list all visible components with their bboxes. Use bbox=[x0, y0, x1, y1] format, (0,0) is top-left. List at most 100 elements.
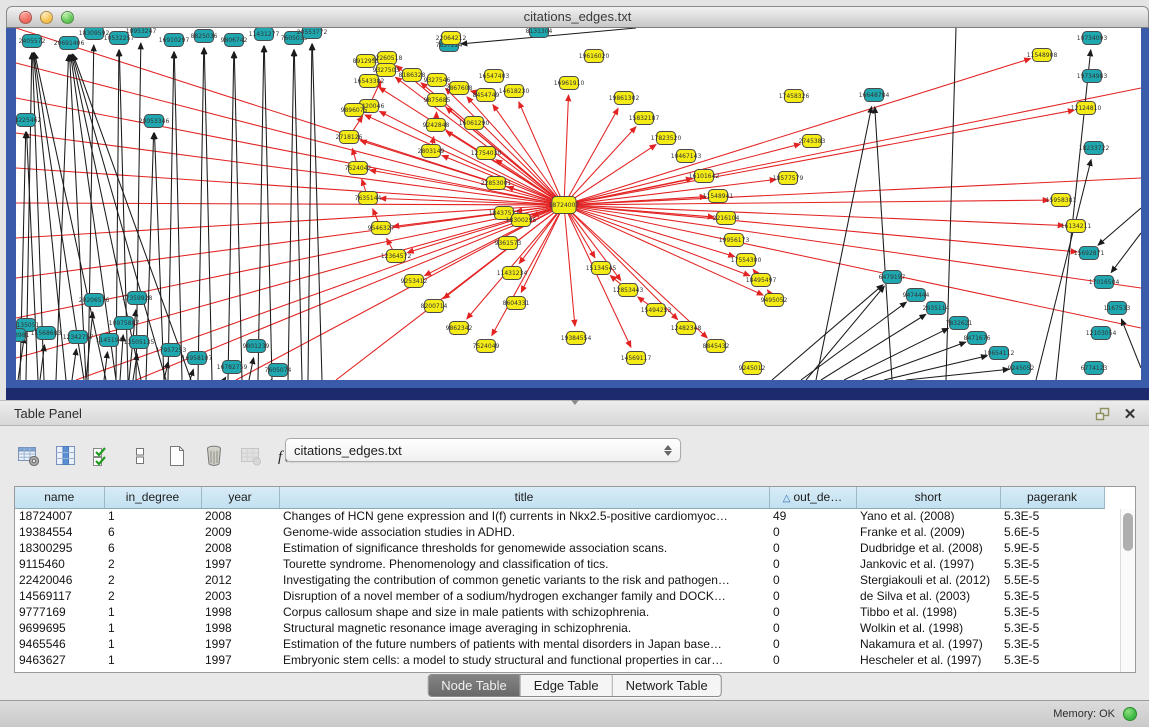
graph-node[interactable]: 16648784 bbox=[859, 89, 890, 102]
graph-node[interactable]: 8825036 bbox=[191, 30, 218, 43]
graph-node[interactable]: 16134211 bbox=[1061, 220, 1092, 233]
graph-node[interactable]: 9245052 bbox=[1008, 362, 1035, 375]
graph-node[interactable]: 7832621 bbox=[946, 317, 973, 330]
table-row[interactable]: 1456911722003Disruption of a novel membe… bbox=[15, 588, 1104, 604]
close-window-button[interactable] bbox=[19, 11, 32, 24]
column-header-year[interactable]: year bbox=[201, 487, 279, 508]
table-panel-titlebar[interactable]: Table Panel ✕ bbox=[0, 400, 1149, 426]
graph-node[interactable]: 9495052 bbox=[761, 294, 788, 307]
graph-node[interactable]: 7605074 bbox=[265, 364, 292, 377]
graph-node[interactable]: 10734093 bbox=[1077, 32, 1108, 45]
graph-node[interactable]: 14569117 bbox=[621, 352, 652, 365]
graph-node[interactable]: 14618230 bbox=[499, 85, 530, 98]
graph-node[interactable]: 8604331 bbox=[503, 297, 530, 310]
graph-node[interactable]: 9242848 bbox=[423, 119, 450, 132]
window-titlebar[interactable]: citations_edges.txt bbox=[6, 6, 1149, 28]
graph-node[interactable]: 17823520 bbox=[651, 132, 682, 145]
graph-node[interactable]: 16782759 bbox=[217, 361, 248, 374]
graph-node[interactable]: 19734983 bbox=[1077, 70, 1108, 83]
create-column-icon[interactable] bbox=[164, 443, 190, 471]
graph-node[interactable]: 8845432 bbox=[703, 340, 730, 353]
graph-node[interactable]: 2718126 bbox=[336, 131, 363, 144]
hub-node[interactable]: 18724007 bbox=[549, 197, 580, 214]
network-canvas[interactable]: 1872400724055722069140618309592105322571… bbox=[16, 28, 1141, 380]
scrollbar-thumb[interactable] bbox=[1123, 513, 1133, 551]
graph-node[interactable]: 7524049 bbox=[473, 340, 500, 353]
graph-node[interactable]: 10654112 bbox=[984, 347, 1015, 360]
graph-node[interactable]: 11431277 bbox=[249, 28, 280, 41]
graph-node[interactable]: 8471676 bbox=[964, 332, 991, 345]
close-panel-icon[interactable]: ✕ bbox=[1121, 405, 1139, 423]
table-row[interactable]: 1938455462009Genome-wide association stu… bbox=[15, 524, 1104, 540]
column-header-pagerank[interactable]: pagerank bbox=[1000, 487, 1104, 508]
table-row[interactable]: 977716911998Corpus callosum shape and si… bbox=[15, 604, 1104, 620]
graph-node[interactable]: 17458326 bbox=[779, 90, 810, 103]
graph-node[interactable]: 7524042 bbox=[345, 162, 372, 175]
graph-node[interactable]: 12103054 bbox=[1086, 327, 1117, 340]
column-header-title[interactable]: title bbox=[279, 487, 769, 508]
column-header-short[interactable]: short bbox=[856, 487, 1000, 508]
table-row[interactable]: 969969511998Structural magnetic resonanc… bbox=[15, 620, 1104, 636]
graph-node[interactable]: 19956173 bbox=[719, 234, 750, 247]
graph-node[interactable]: 1145194 bbox=[96, 334, 123, 347]
graph-node[interactable]: 9361573 bbox=[495, 237, 522, 250]
graph-node[interactable]: 16961910 bbox=[554, 77, 585, 90]
graph-node[interactable]: 22853001 bbox=[481, 177, 512, 190]
column-header-out-de-[interactable]: △out_de… bbox=[769, 487, 856, 508]
split-pane-grip[interactable] bbox=[571, 400, 579, 405]
graph-node[interactable]: 20691406 bbox=[54, 37, 85, 50]
graph-node[interactable]: 18495497 bbox=[746, 274, 777, 287]
graph-node[interactable]: 19616020 bbox=[579, 50, 610, 63]
minimize-window-button[interactable] bbox=[40, 11, 53, 24]
graph-node[interactable]: 2405572 bbox=[19, 35, 46, 48]
graph-node[interactable]: 2867608 bbox=[446, 82, 473, 95]
zoom-window-button[interactable] bbox=[61, 11, 74, 24]
graph-node[interactable]: 8200714 bbox=[421, 300, 448, 313]
graph-node[interactable]: 18225462 bbox=[16, 114, 41, 127]
graph-node[interactable]: 12364572 bbox=[381, 250, 412, 263]
graph-node[interactable]: 12124810 bbox=[1071, 102, 1102, 115]
graph-node[interactable]: 6774123 bbox=[1081, 362, 1108, 375]
column-header-in-degree[interactable]: in_degree bbox=[104, 487, 201, 508]
graph-node[interactable]: 1167533 bbox=[1104, 302, 1131, 315]
graph-node[interactable]: 9253412 bbox=[401, 275, 428, 288]
graph-node[interactable]: 2216104 bbox=[713, 212, 740, 225]
float-panel-icon[interactable] bbox=[1093, 405, 1111, 423]
graph-node[interactable]: 8186328 bbox=[399, 69, 426, 82]
graph-node[interactable]: 9245012 bbox=[739, 362, 766, 375]
graph-node[interactable]: 11431234 bbox=[497, 267, 528, 280]
graph-node[interactable]: 16547403 bbox=[479, 70, 510, 83]
graph-node[interactable]: 9862342 bbox=[446, 322, 473, 335]
graph-node[interactable]: 16958107 bbox=[182, 352, 213, 365]
graph-node[interactable]: 18577579 bbox=[773, 172, 804, 185]
graph-node[interactable]: 12853443 bbox=[613, 284, 644, 297]
row-height-icon[interactable] bbox=[127, 443, 153, 471]
graph-node[interactable]: 8454749 bbox=[473, 89, 500, 102]
graph-node[interactable]: 9896075 bbox=[341, 104, 368, 117]
tab-edge-table[interactable]: Edge Table bbox=[520, 675, 612, 696]
graph-node[interactable]: 9806742 bbox=[221, 34, 248, 47]
show-columns-icon[interactable] bbox=[53, 443, 79, 471]
table-selector-dropdown[interactable]: citations_edges.txt bbox=[285, 438, 681, 462]
graph-node[interactable]: 15958381 bbox=[1046, 194, 1077, 207]
table-row[interactable]: 2242004622012Investigating the contribut… bbox=[15, 572, 1104, 588]
graph-node[interactable]: 20053346 bbox=[139, 115, 170, 128]
graph-node[interactable]: 15692871 bbox=[1074, 247, 1105, 260]
graph-node[interactable]: 9546327 bbox=[368, 222, 395, 235]
graph-node[interactable]: 12482348 bbox=[671, 322, 702, 335]
graph-node[interactable]: 9474444 bbox=[903, 289, 930, 302]
graph-node[interactable]: 19384554 bbox=[561, 332, 592, 345]
table-row[interactable]: 1872400712008Changes of HCN gene express… bbox=[15, 508, 1104, 524]
vertical-scrollbar[interactable] bbox=[1120, 509, 1135, 672]
graph-node[interactable]: 15134545 bbox=[586, 262, 617, 275]
table-mode-icon[interactable] bbox=[16, 443, 42, 471]
graph-node[interactable]: 17554300 bbox=[731, 254, 762, 267]
graph-node[interactable]: 18233722 bbox=[1079, 142, 1110, 155]
tab-network-table[interactable]: Network Table bbox=[612, 675, 721, 696]
graph-node[interactable]: 2803149 bbox=[418, 145, 445, 158]
table-row[interactable]: 1830029562008Estimation of significance … bbox=[15, 540, 1104, 556]
graph-node[interactable]: 9875685 bbox=[424, 94, 451, 107]
graph-node[interactable]: 16910297 bbox=[159, 34, 190, 47]
graph-node[interactable]: 15832187 bbox=[629, 112, 660, 125]
graph-node[interactable]: 15494253 bbox=[641, 304, 672, 317]
